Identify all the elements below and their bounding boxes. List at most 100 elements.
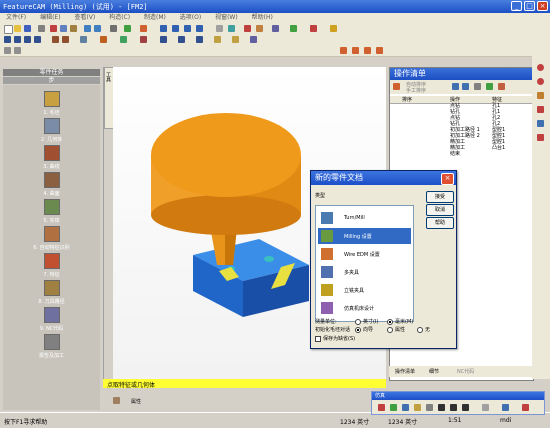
sim-speed-icon[interactable]	[482, 404, 489, 411]
text-icon[interactable]	[14, 47, 21, 54]
redo-icon[interactable]	[94, 25, 101, 32]
save-icon[interactable]	[24, 25, 31, 32]
save-default-checkbox[interactable]: 保存为缺省(S)	[315, 335, 355, 342]
step-item[interactable]: 5. 实体	[3, 199, 100, 224]
tab-nc-code[interactable]: NC代码	[457, 368, 474, 375]
document-type-item[interactable]: 仿真机床设计	[318, 300, 411, 316]
sim-step-icon[interactable]	[402, 404, 409, 411]
toolpath-icon[interactable]	[256, 25, 263, 32]
measure-icon[interactable]	[80, 36, 87, 43]
operation-row[interactable]: 结束	[390, 152, 533, 157]
document-type-item[interactable]: Wire EDM 设置	[318, 246, 411, 262]
right-tool-3-icon[interactable]	[537, 92, 544, 99]
document-type-item[interactable]: Turn/Mill	[318, 210, 411, 226]
layer-icon[interactable]	[100, 36, 107, 43]
right-tool-2-icon[interactable]	[537, 78, 544, 85]
point-icon[interactable]	[4, 36, 11, 43]
ops-tool-icon[interactable]	[498, 83, 505, 90]
units-mm-radio[interactable]: 毫米(M)	[387, 318, 413, 325]
document-type-item[interactable]: 多夹具	[318, 264, 411, 280]
menu-options[interactable]: 选项(O)	[174, 13, 207, 23]
operation-row[interactable]: 精加工 凸台1	[390, 146, 533, 151]
paste-icon[interactable]	[70, 25, 77, 32]
sim-rewind-icon[interactable]	[438, 404, 445, 411]
ops-down-icon[interactable]	[462, 83, 469, 90]
wireframe-icon[interactable]	[228, 25, 235, 32]
tool-icon[interactable]	[330, 25, 337, 32]
setup-icon[interactable]	[214, 36, 221, 43]
drill-icon[interactable]	[352, 47, 359, 54]
simulate-icon[interactable]	[140, 25, 147, 32]
dim-icon[interactable]	[4, 47, 11, 54]
ops-mill-icon[interactable]	[393, 83, 400, 90]
menu-manufacture[interactable]: 制造(M)	[138, 13, 172, 23]
feature-icon[interactable]	[244, 25, 251, 32]
pan-icon[interactable]	[184, 25, 191, 32]
properties-label[interactable]: 属性	[131, 398, 141, 405]
properties-icon[interactable]	[113, 397, 120, 404]
print-icon[interactable]	[38, 25, 45, 32]
right-tool-1-icon[interactable]	[537, 64, 544, 71]
sim-forward-icon[interactable]	[450, 404, 457, 411]
undo-icon[interactable]	[84, 25, 91, 32]
menu-file[interactable]: 文件(F)	[0, 13, 32, 23]
minimize-button[interactable]: _	[511, 1, 522, 11]
init-property-radio[interactable]: 属性	[387, 326, 405, 333]
rotate-icon[interactable]	[196, 25, 203, 32]
run-icon[interactable]	[290, 25, 297, 32]
cut-icon[interactable]	[50, 25, 57, 32]
step-item[interactable]: 6. 自动特征识别	[3, 226, 100, 251]
menu-edit[interactable]: 编辑(E)	[34, 13, 66, 23]
document-type-item[interactable]: Milling 设置	[318, 228, 411, 244]
manual-order-link[interactable]: 手工排序	[406, 87, 426, 94]
sim-end-icon[interactable]	[462, 404, 469, 411]
stock-icon[interactable]	[232, 36, 239, 43]
step-item[interactable]: 报告及加工	[3, 334, 100, 359]
sim-close-icon[interactable]	[522, 404, 529, 411]
accept-button[interactable]: 接受	[426, 191, 454, 203]
menu-window[interactable]: 视窗(W)	[209, 13, 244, 23]
init-none-radio[interactable]: 无	[417, 326, 430, 333]
dialog-close-icon[interactable]: ×	[441, 173, 454, 185]
mirror-icon[interactable]	[178, 36, 185, 43]
tab-operations[interactable]: 操作清单	[395, 368, 415, 375]
zoom-icon[interactable]	[172, 25, 179, 32]
step-item[interactable]: 1. 毛坯	[3, 91, 100, 116]
ops-delete-icon[interactable]	[474, 83, 481, 90]
menu-view[interactable]: 查看(V)	[68, 13, 101, 23]
sim-play-icon[interactable]	[390, 404, 397, 411]
ops-up-icon[interactable]	[452, 83, 459, 90]
document-type-item[interactable]: 立铣夹具	[318, 282, 411, 298]
new-icon[interactable]	[4, 25, 13, 34]
step-item[interactable]: 7. 特征	[3, 253, 100, 278]
shade-icon[interactable]	[216, 25, 223, 32]
step-item[interactable]: 9. NC代码	[3, 307, 100, 332]
maximize-button[interactable]: □	[524, 1, 535, 11]
operation-row[interactable]: 点钻 孔1	[390, 104, 533, 109]
copy-icon[interactable]	[60, 25, 67, 32]
step-item[interactable]: 4. 曲面	[3, 172, 100, 197]
circle-icon[interactable]	[34, 36, 41, 43]
sim-option-icon[interactable]	[502, 404, 509, 411]
init-wizard-radio[interactable]: 向导	[355, 326, 373, 333]
operation-row[interactable]: 点钻 孔2	[390, 116, 533, 121]
boss-icon[interactable]	[376, 47, 383, 54]
tab-details[interactable]: 细节	[429, 368, 439, 375]
sim-pause-icon[interactable]	[426, 404, 433, 411]
sim-stop-icon[interactable]	[378, 404, 385, 411]
right-tool-5-icon[interactable]	[537, 120, 544, 127]
cancel-button[interactable]: 取消	[426, 204, 454, 216]
array-icon[interactable]	[196, 36, 203, 43]
close-button[interactable]: ×	[537, 1, 548, 11]
step-item[interactable]: 2. 几何体	[3, 118, 100, 143]
view-icon[interactable]	[160, 25, 167, 32]
select-icon[interactable]	[110, 25, 117, 32]
units-inch-radio[interactable]: 英寸(I)	[355, 318, 378, 325]
right-tool-4-icon[interactable]	[537, 106, 544, 113]
ops-run-icon[interactable]	[486, 83, 493, 90]
open-icon[interactable]	[14, 25, 21, 32]
stop-icon[interactable]	[310, 25, 317, 32]
line-icon[interactable]	[14, 36, 21, 43]
pocket-icon[interactable]	[364, 47, 371, 54]
nc-icon[interactable]	[272, 25, 279, 32]
